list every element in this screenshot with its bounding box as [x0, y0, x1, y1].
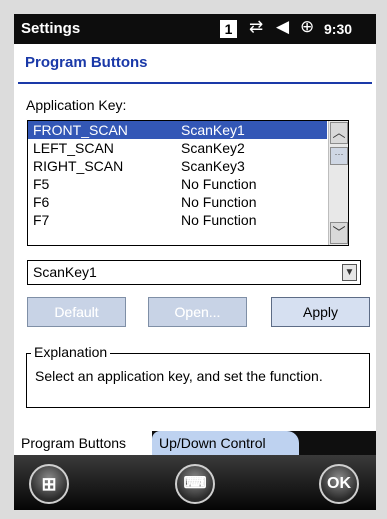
- list-item-key: F5: [33, 176, 50, 192]
- list-item-value: ScanKey1: [181, 122, 245, 138]
- page-title: Program Buttons: [25, 54, 148, 71]
- list-item-key: RIGHT_SCAN: [33, 158, 124, 174]
- title-divider: [18, 82, 372, 84]
- apply-button[interactable]: Apply: [271, 297, 370, 327]
- list-item-key: FRONT_SCAN: [33, 122, 128, 138]
- list-item[interactable]: FRONT_SCAN ScanKey1: [28, 121, 327, 139]
- list-item[interactable]: RIGHT_SCAN ScanKey3: [28, 157, 327, 175]
- list-item[interactable]: LEFT_SCAN ScanKey2: [28, 139, 327, 157]
- list-item-value: No Function: [181, 212, 257, 228]
- list-item-value: ScanKey2: [181, 140, 245, 156]
- clock[interactable]: 9:30: [324, 21, 352, 37]
- application-key-list[interactable]: FRONT_SCAN ScanKey1 LEFT_SCAN ScanKey2 R…: [27, 120, 349, 246]
- screen: Settings 1 ⇄ ◀ ⊕ 9:30 Program Buttons Ap…: [14, 14, 376, 510]
- bottom-bar: ⊞ ⌨ OK: [14, 455, 376, 510]
- connectivity-icon[interactable]: ⇄: [249, 17, 263, 37]
- tab-program-buttons[interactable]: Program Buttons: [14, 431, 152, 455]
- battery-icon[interactable]: ⊕: [300, 17, 314, 37]
- list-item-key: F7: [33, 212, 50, 228]
- scroll-down-icon[interactable]: ﹀: [330, 222, 348, 244]
- list-item[interactable]: F6 No Function: [28, 193, 327, 211]
- tab-strip: Program Buttons Up/Down Control: [14, 431, 376, 455]
- volume-icon[interactable]: ◀: [276, 17, 289, 37]
- open-button[interactable]: Open...: [148, 297, 247, 327]
- explanation-text: Select an application key, and set the f…: [35, 368, 323, 384]
- list-item[interactable]: F5 No Function: [28, 175, 327, 193]
- keyboard-icon[interactable]: ⌨: [175, 464, 215, 504]
- application-key-label: Application Key:: [26, 97, 127, 113]
- device-frame: Settings 1 ⇄ ◀ ⊕ 9:30 Program Buttons Ap…: [0, 0, 387, 519]
- default-button[interactable]: Default: [27, 297, 126, 327]
- explanation-legend: Explanation: [31, 344, 111, 360]
- list-viewport: FRONT_SCAN ScanKey1 LEFT_SCAN ScanKey2 R…: [28, 121, 328, 245]
- tab-up-down-control[interactable]: Up/Down Control: [152, 431, 299, 455]
- list-item-value: ScanKey3: [181, 158, 245, 174]
- status-title: Settings: [21, 20, 81, 37]
- list-item-key: LEFT_SCAN: [33, 140, 114, 156]
- list-item-key: F6: [33, 194, 50, 210]
- list-item[interactable]: F7 No Function: [28, 211, 327, 229]
- scroll-up-icon[interactable]: ︿: [330, 122, 348, 144]
- notification-badge[interactable]: 1: [220, 20, 237, 38]
- windows-start-icon[interactable]: ⊞: [29, 464, 69, 504]
- function-dropdown-value: ScanKey1: [33, 264, 97, 280]
- scroll-thumb[interactable]: ⋯: [330, 147, 348, 165]
- list-item-value: No Function: [181, 176, 257, 192]
- list-scrollbar[interactable]: ︿ ⋯ ﹀: [328, 121, 348, 245]
- function-dropdown[interactable]: ScanKey1 ▼: [27, 260, 361, 285]
- ok-button[interactable]: OK: [319, 464, 359, 504]
- list-item-value: No Function: [181, 194, 257, 210]
- status-bar[interactable]: Settings 1 ⇄ ◀ ⊕ 9:30: [14, 14, 376, 44]
- dropdown-arrow-icon[interactable]: ▼: [342, 264, 357, 281]
